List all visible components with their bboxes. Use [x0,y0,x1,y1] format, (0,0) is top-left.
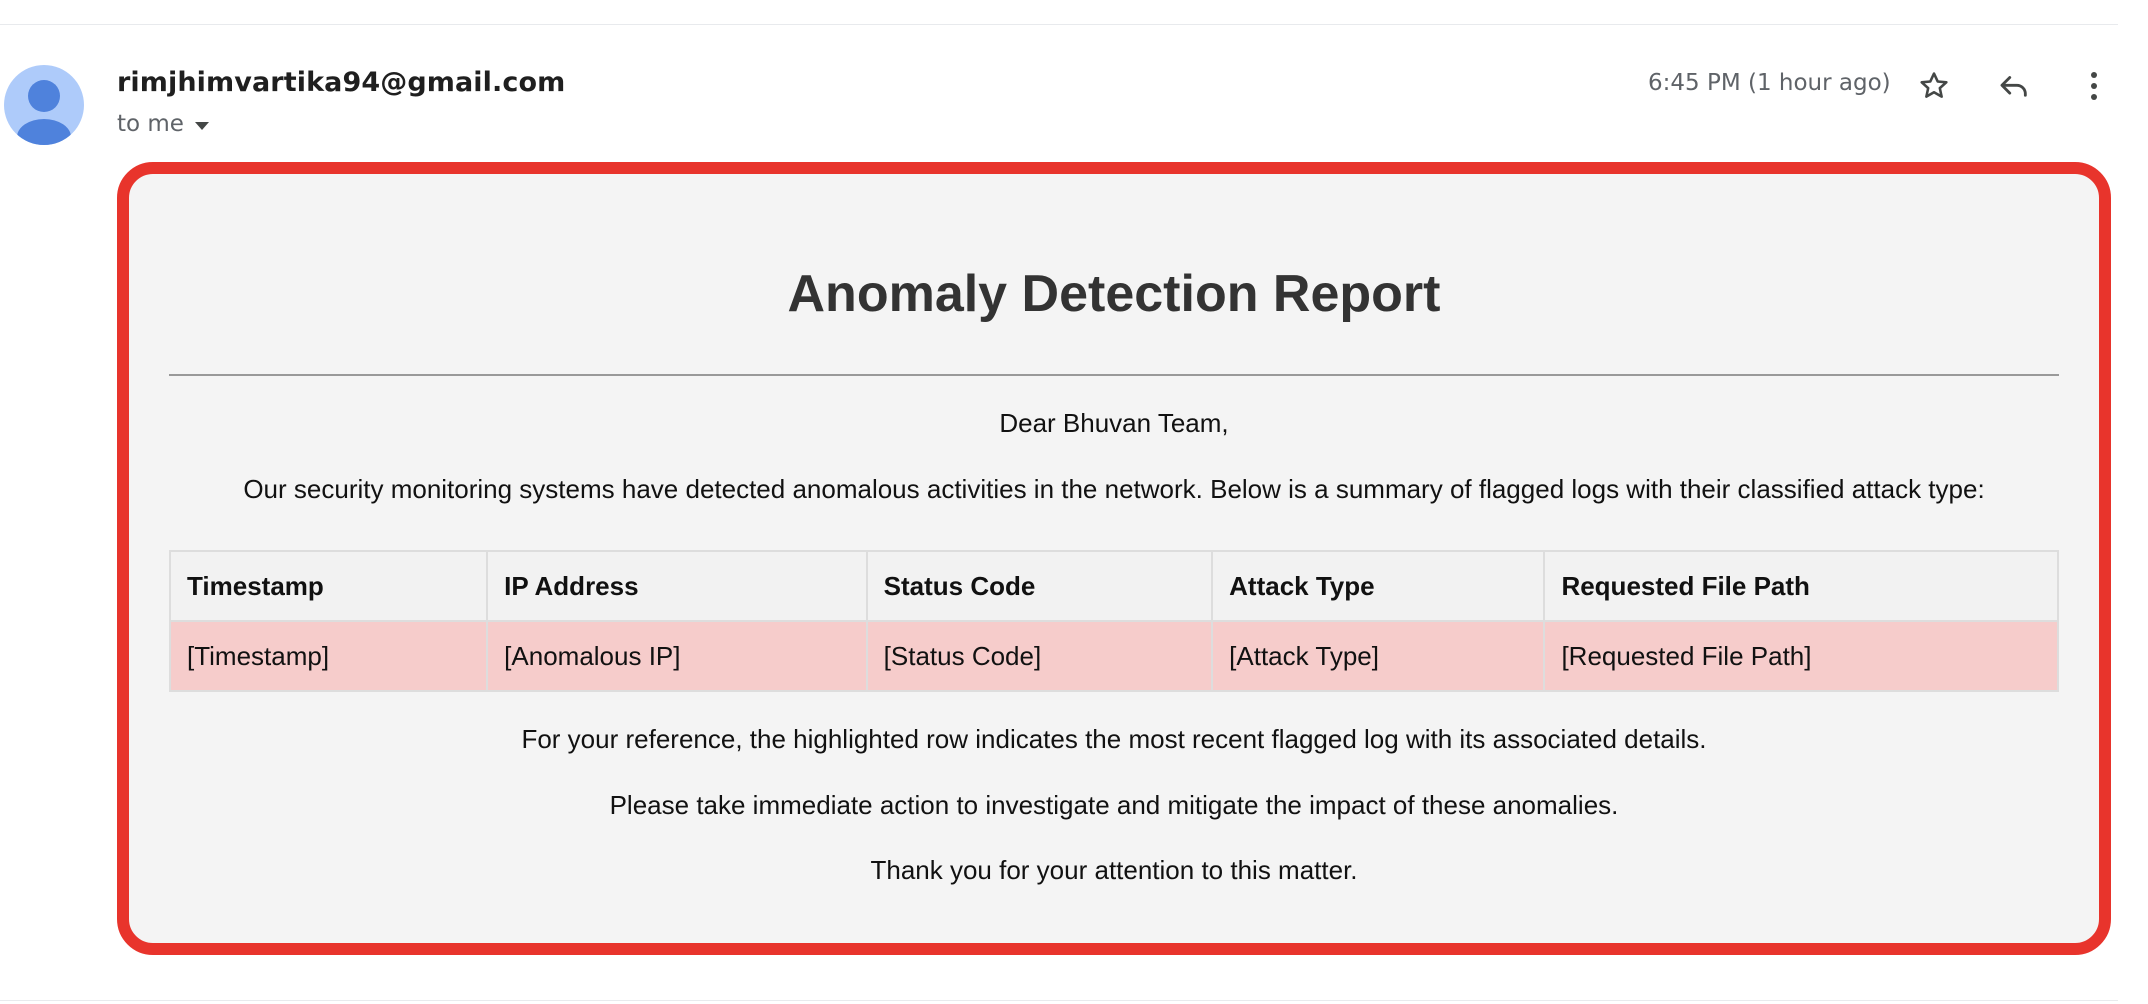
report-action-note: Please take immediate action to investig… [609,790,1619,820]
report-reference-note: For your reference, the highlighted row … [521,724,1707,754]
cell-ip-address: [Anomalous IP] [486,620,868,692]
column-header-status-code: Status Code [865,550,1214,622]
flagged-logs-table: Timestamp IP Address Status Code Attack … [168,550,2059,692]
caret-down-icon [194,111,210,137]
cell-file-path: [Requested File Path] [1543,620,2059,692]
cell-attack-type: [Attack Type] [1211,620,1546,692]
more-vertical-icon [2091,72,2097,100]
report-thanks: Thank you for your attention to this mat… [870,855,1358,885]
star-button[interactable] [1910,62,1958,110]
reply-icon [2000,76,2027,97]
report-intro: Our security monitoring systems have det… [243,474,1985,504]
more-options-button[interactable] [2070,62,2118,110]
report-title: Anomaly Detection Report [787,265,1441,323]
column-header-ip-address: IP Address [486,550,868,622]
report-greeting: Dear Bhuvan Team, [999,408,1229,438]
table-row: [Timestamp] [Anomalous IP] [Status Code]… [168,620,2059,692]
column-header-attack-type: Attack Type [1211,550,1546,622]
star-outline-icon [1920,72,1948,98]
reply-button[interactable] [1990,62,2038,110]
title-divider [169,374,2059,376]
column-header-timestamp: Timestamp [168,550,489,622]
report-body: Anomaly Detection Report Dear Bhuvan Tea… [168,174,2059,885]
report-highlight-frame: Anomaly Detection Report Dear Bhuvan Tea… [117,162,2111,955]
person-avatar-icon [17,80,71,145]
sender-avatar[interactable] [4,65,84,145]
top-divider [0,24,2118,25]
table-header-row: Timestamp IP Address Status Code Attack … [168,550,2059,622]
recipient-label: to me [117,111,184,137]
recipient-details-toggle[interactable]: to me [117,111,210,137]
sender-email[interactable]: rimjhimvartika94@gmail.com [117,67,565,98]
email-timestamp: 6:45 PM (1 hour ago) [1648,70,1891,96]
bottom-divider [0,1000,2118,1001]
cell-status-code: [Status Code] [865,620,1214,692]
column-header-file-path: Requested File Path [1543,550,2059,622]
cell-timestamp: [Timestamp] [168,620,489,692]
